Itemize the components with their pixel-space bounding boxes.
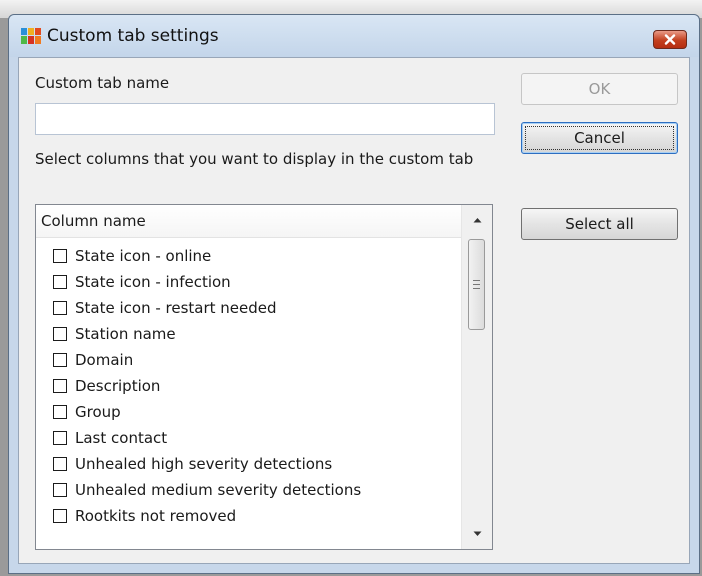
checkbox[interactable] (53, 379, 67, 393)
checkbox[interactable] (53, 483, 67, 497)
list-item-domain[interactable]: Domain (36, 347, 461, 373)
scrollbar-grip-icon (473, 280, 480, 289)
cancel-button[interactable]: Cancel (521, 122, 678, 154)
checkbox[interactable] (53, 405, 67, 419)
list-item-label: Description (75, 377, 161, 395)
list-item-group[interactable]: Group (36, 399, 461, 425)
list-item-last-contact[interactable]: Last contact (36, 425, 461, 451)
scroll-up-button[interactable] (462, 205, 492, 235)
window-title: Custom tab settings (47, 26, 219, 46)
avg-logo-icon (21, 28, 41, 44)
checkbox[interactable] (53, 353, 67, 367)
scrollbar-thumb[interactable] (468, 239, 485, 330)
list-item-state-icon-restart-needed[interactable]: State icon - restart needed (36, 295, 461, 321)
ok-button[interactable]: OK (521, 73, 678, 105)
custom-tab-name-input[interactable] (35, 103, 495, 135)
list-item-rootkits-not-removed[interactable]: Rootkits not removed (36, 503, 461, 529)
ok-button-label: OK (588, 80, 611, 98)
list-item-label: Domain (75, 351, 134, 369)
scroll-up-arrow-icon (473, 218, 481, 223)
select-all-button-label: Select all (565, 215, 634, 233)
dialog-window: Custom tab settings Custom tab name Sele… (8, 14, 700, 574)
list-item-station-name[interactable]: Station name (36, 321, 461, 347)
checkbox[interactable] (53, 509, 67, 523)
checkbox[interactable] (53, 457, 67, 471)
checkbox[interactable] (53, 249, 67, 263)
list-item-label: State icon - online (75, 247, 212, 265)
list-item-label: Station name (75, 325, 176, 343)
list-item-label: Last contact (75, 429, 168, 447)
scroll-down-arrow-icon (473, 531, 481, 536)
focus-rectangle (525, 126, 674, 150)
scroll-down-button[interactable] (462, 519, 492, 549)
checkbox[interactable] (53, 327, 67, 341)
dialog-content: Custom tab name Select columns that you … (18, 57, 690, 564)
close-icon (664, 34, 676, 45)
list-item-description[interactable]: Description (36, 373, 461, 399)
columns-listbox[interactable]: Column name State icon - online State ic… (35, 204, 493, 550)
list-item-state-icon-online[interactable]: State icon - online (36, 243, 461, 269)
custom-tab-name-label: Custom tab name (35, 74, 170, 92)
checkbox[interactable] (53, 301, 67, 315)
list-item-unhealed-medium-severity[interactable]: Unhealed medium severity detections (36, 477, 461, 503)
checkbox[interactable] (53, 431, 67, 445)
columns-instruction-text: Select columns that you want to display … (35, 150, 474, 168)
column-name-header-label: Column name (41, 212, 146, 230)
vertical-scrollbar[interactable] (461, 205, 492, 549)
columns-list: State icon - online State icon - infecti… (36, 243, 461, 529)
list-item-label: Group (75, 403, 121, 421)
select-all-button[interactable]: Select all (521, 208, 678, 240)
list-item-unhealed-high-severity[interactable]: Unhealed high severity detections (36, 451, 461, 477)
column-name-header[interactable]: Column name (36, 205, 461, 238)
list-item-label: Unhealed medium severity detections (75, 481, 362, 499)
title-bar[interactable]: Custom tab settings (9, 15, 699, 57)
checkbox[interactable] (53, 275, 67, 289)
list-item-label: Unhealed high severity detections (75, 455, 333, 473)
list-item-label: State icon - infection (75, 273, 231, 291)
list-item-state-icon-infection[interactable]: State icon - infection (36, 269, 461, 295)
list-item-label: State icon - restart needed (75, 299, 277, 317)
list-item-label: Rootkits not removed (75, 507, 237, 525)
close-button[interactable] (653, 30, 687, 49)
